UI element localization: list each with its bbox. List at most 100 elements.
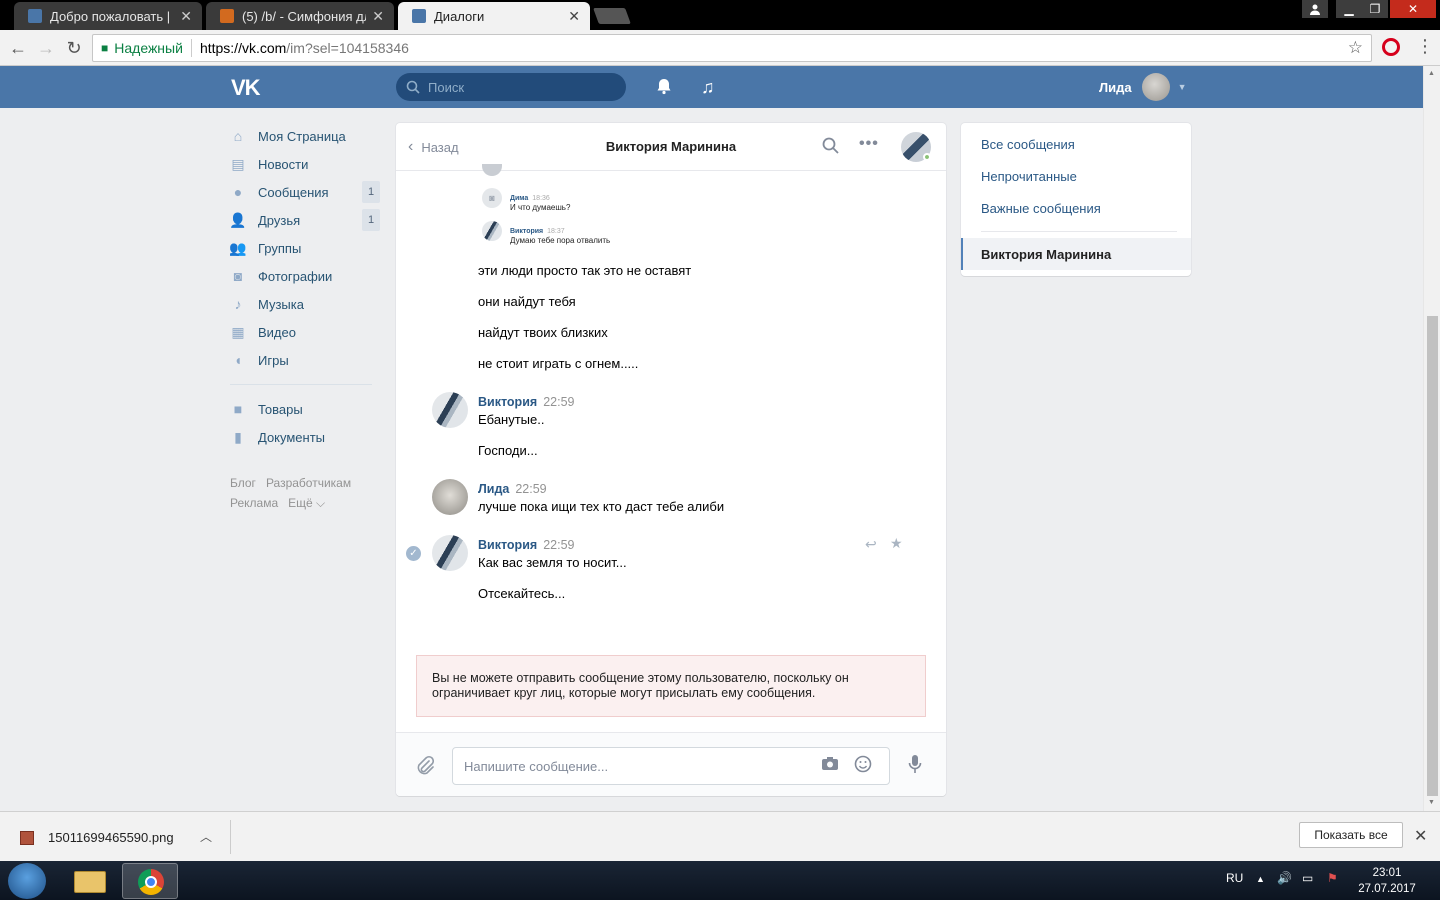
message-text: Отсекайтесь...: [478, 586, 566, 601]
message-time[interactable]: 22:59: [515, 482, 546, 496]
sidebar-item-games[interactable]: ◖ Игры: [230, 346, 380, 374]
sidebar-item-friends[interactable]: 👤 Друзья 1: [229, 206, 380, 234]
emoji-icon[interactable]: [854, 755, 872, 778]
chrome-taskbar-button[interactable]: [122, 863, 178, 899]
search-icon[interactable]: [822, 137, 839, 159]
footer-link-blog[interactable]: Блог: [230, 476, 256, 490]
chrome-menu-icon[interactable]: ⋮: [1416, 36, 1434, 57]
filter-unread[interactable]: Непрочитанные: [981, 169, 1077, 184]
author-name[interactable]: Виктория: [478, 395, 537, 409]
attach-icon[interactable]: [416, 755, 435, 780]
site-favicon-icon: [220, 9, 234, 23]
close-window-button[interactable]: ✕: [1390, 0, 1436, 18]
reload-icon[interactable]: ↻: [62, 36, 86, 60]
sidebar-item-music[interactable]: ♪ Музыка: [230, 290, 380, 318]
sidebar-item-documents[interactable]: ▮ Документы: [230, 423, 380, 451]
message-author-avatar[interactable]: [432, 479, 468, 515]
sidebar-item-messages[interactable]: ● Сообщения 1: [230, 178, 380, 206]
footer-link-more[interactable]: Ещё ⌵: [288, 496, 325, 510]
close-tab-icon[interactable]: ✕: [180, 8, 192, 25]
footer-link-ads[interactable]: Реклама: [230, 496, 278, 510]
show-hidden-icons-icon[interactable]: ▲: [1256, 874, 1265, 884]
sidebar-item-label: Документы: [258, 429, 326, 445]
message-header: Виктория 22:59: [478, 395, 574, 409]
search-input[interactable]: Поиск: [396, 73, 626, 101]
close-tab-icon[interactable]: ✕: [372, 8, 384, 25]
tab-2ch[interactable]: (5) /b/ - Симфония для ✕: [206, 2, 394, 30]
security-label: Надежный: [114, 40, 183, 56]
message-text: Господи...: [478, 443, 538, 458]
vk-logo[interactable]: VK: [231, 75, 261, 101]
footer-link-developers[interactable]: Разработчикам: [266, 476, 351, 490]
chat-header: ‹ Назад Виктория Маринина •••: [396, 123, 946, 171]
file-explorer-taskbar-button[interactable]: [62, 863, 118, 899]
message-header: Лида 22:59: [478, 482, 547, 496]
maximize-button[interactable]: ❐: [1362, 0, 1388, 18]
scroll-down-arrow-icon[interactable]: ▼: [1428, 799, 1435, 806]
opera-extension-icon[interactable]: [1382, 38, 1400, 56]
filter-important[interactable]: Важные сообщения: [981, 201, 1101, 216]
friend-requests-badge: 1: [362, 209, 380, 231]
scroll-up-arrow-icon[interactable]: ▲: [1428, 70, 1435, 77]
microphone-icon[interactable]: [908, 754, 922, 779]
windows-start-button[interactable]: [8, 863, 46, 899]
author-name[interactable]: Виктория: [478, 538, 537, 552]
system-clock[interactable]: 23:01 27.07.2017: [1352, 865, 1422, 897]
message-time[interactable]: 22:59: [543, 538, 574, 552]
volume-icon[interactable]: 🔊: [1277, 871, 1292, 885]
forward-arrow-icon[interactable]: →: [34, 36, 58, 60]
chevron-down-icon: ▼: [1177, 82, 1187, 92]
tab-title: (5) /b/ - Симфония для: [242, 8, 367, 24]
author-name[interactable]: Лида: [478, 482, 509, 496]
document-icon: ▮: [234, 428, 242, 445]
sidebar-item-label: Группы: [258, 240, 302, 256]
music-icon[interactable]: ♫: [701, 77, 715, 98]
user-profile-button[interactable]: [1302, 0, 1328, 18]
address-bar[interactable]: ■ Надежный https://vk.com/im?sel=1041583…: [92, 34, 1372, 62]
select-check-icon[interactable]: ✓: [406, 546, 421, 561]
bell-icon[interactable]: [655, 77, 673, 100]
chevron-up-icon[interactable]: ︿: [200, 828, 212, 845]
tab-dialogs[interactable]: Диалоги ✕: [398, 2, 590, 30]
sidebar-item-groups[interactable]: 👥 Группы: [229, 234, 380, 262]
page-scrollbar[interactable]: ▲ ▼: [1423, 66, 1440, 811]
chrome-icon: [138, 869, 164, 895]
message-author-avatar[interactable]: [432, 535, 468, 571]
more-options-icon[interactable]: •••: [859, 135, 879, 153]
language-indicator[interactable]: RU: [1226, 871, 1243, 885]
filter-all-messages[interactable]: Все сообщения: [981, 137, 1075, 152]
bookmark-star-icon[interactable]: ☆: [1348, 38, 1363, 58]
scrollbar-thumb[interactable]: [1427, 316, 1438, 796]
sidebar-item-label: Игры: [258, 352, 289, 368]
network-icon[interactable]: ▭: [1302, 871, 1313, 885]
star-icon[interactable]: ★: [890, 535, 903, 552]
message-text: Ебанутые..: [478, 412, 545, 427]
new-tab-button[interactable]: [593, 8, 631, 24]
message-header: Виктория 22:59: [478, 538, 574, 552]
camera-icon[interactable]: [821, 756, 839, 776]
sidebar-item-goods[interactable]: ■ Товары: [230, 395, 380, 423]
message-author-avatar[interactable]: [432, 392, 468, 428]
sidebar-item-label: Друзья: [258, 212, 301, 228]
folder-icon: [74, 871, 106, 893]
current-dialog-item[interactable]: Виктория Маринина: [961, 238, 1191, 270]
message-time[interactable]: 22:59: [543, 395, 574, 409]
minimize-button[interactable]: ▁: [1336, 0, 1362, 18]
online-indicator: [923, 153, 931, 161]
sidebar-item-my-page[interactable]: ⌂ Моя Страница: [230, 122, 380, 150]
back-arrow-icon[interactable]: ←: [6, 36, 30, 60]
sidebar-item-news[interactable]: ▤ Новости: [230, 150, 380, 178]
tab-vk-welcome[interactable]: Добро пожаловать | ВК ✕: [14, 2, 202, 30]
close-icon[interactable]: ✕: [1414, 826, 1427, 846]
user-menu[interactable]: Лида ▼: [1099, 73, 1187, 101]
search-placeholder: Поиск: [428, 79, 465, 95]
lock-icon: ■: [101, 41, 109, 55]
action-center-icon[interactable]: ⚑: [1327, 871, 1338, 885]
message-composer: Напишите сообщение...: [396, 732, 946, 796]
show-all-downloads-button[interactable]: Показать все: [1299, 822, 1403, 848]
close-tab-icon[interactable]: ✕: [568, 8, 580, 25]
sidebar-item-photos[interactable]: ◙ Фотографии: [230, 262, 380, 290]
download-item[interactable]: 15011699465590.png: [20, 830, 174, 845]
sidebar-item-video[interactable]: ▦ Видео: [230, 318, 380, 346]
reply-icon[interactable]: ↩: [865, 536, 877, 553]
